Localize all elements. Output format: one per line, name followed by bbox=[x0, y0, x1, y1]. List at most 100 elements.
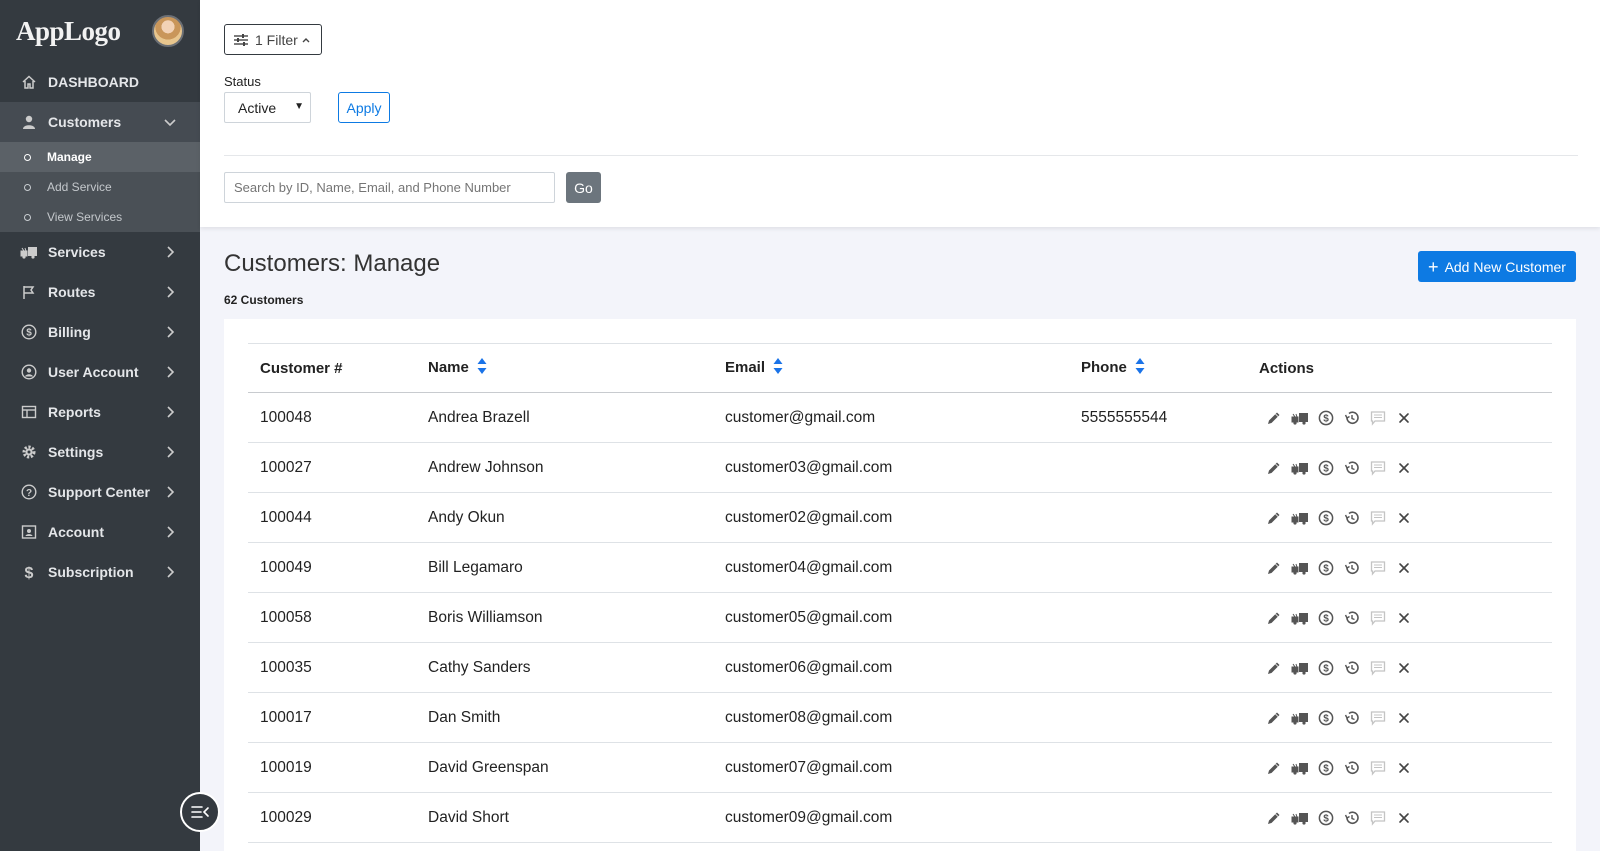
delete-icon[interactable] bbox=[1395, 509, 1413, 527]
table-row[interactable]: 100035 Cathy Sanders customer06@gmail.com $ bbox=[248, 642, 1552, 693]
edit-icon[interactable] bbox=[1265, 759, 1283, 777]
status-select[interactable]: Active ▼ bbox=[224, 92, 311, 123]
message-icon[interactable] bbox=[1369, 609, 1387, 627]
truck-icon[interactable] bbox=[1291, 409, 1309, 427]
apply-button[interactable]: Apply bbox=[338, 92, 390, 123]
message-icon[interactable] bbox=[1369, 509, 1387, 527]
history-icon[interactable] bbox=[1343, 459, 1361, 477]
truck-icon[interactable] bbox=[1291, 459, 1309, 477]
edit-icon[interactable] bbox=[1265, 559, 1283, 577]
delete-icon[interactable] bbox=[1395, 459, 1413, 477]
truck-icon[interactable] bbox=[1291, 609, 1309, 627]
message-icon[interactable] bbox=[1369, 809, 1387, 827]
sidebar-subitem-view-services[interactable]: View Services bbox=[0, 202, 200, 232]
billing-icon[interactable]: $ bbox=[1317, 809, 1335, 827]
edit-icon[interactable] bbox=[1265, 609, 1283, 627]
sidebar-item-dashboard[interactable]: DASHBOARD bbox=[0, 62, 200, 102]
message-icon[interactable] bbox=[1369, 709, 1387, 727]
sidebar-subitem-add-service[interactable]: Add Service bbox=[0, 172, 200, 202]
edit-icon[interactable] bbox=[1265, 809, 1283, 827]
truck-icon[interactable] bbox=[1291, 559, 1309, 577]
sidebar-item-routes[interactable]: Routes bbox=[0, 272, 200, 312]
table-row[interactable]: 100048 Andrea Brazell customer@gmail.com 55… bbox=[248, 392, 1552, 443]
table-row[interactable]: 100044 Andy Okun customer02@gmail.com $ bbox=[248, 492, 1552, 543]
table-row[interactable]: 100019 David Greenspan customer07@gmail.co… bbox=[248, 742, 1552, 793]
message-icon[interactable] bbox=[1369, 659, 1387, 677]
edit-icon[interactable] bbox=[1265, 409, 1283, 427]
message-icon[interactable] bbox=[1369, 409, 1387, 427]
history-icon[interactable] bbox=[1343, 659, 1361, 677]
delete-icon[interactable] bbox=[1395, 409, 1413, 427]
delete-icon[interactable] bbox=[1395, 659, 1413, 677]
history-icon[interactable] bbox=[1343, 759, 1361, 777]
edit-icon[interactable] bbox=[1265, 509, 1283, 527]
history-icon[interactable] bbox=[1343, 509, 1361, 527]
customer-email-cell: customer03@gmail.com bbox=[713, 442, 1069, 493]
sidebar-item-support-center[interactable]: ? Support Center bbox=[0, 472, 200, 512]
actions-cell: $ bbox=[1247, 692, 1552, 743]
sidebar-item-subscription[interactable]: $ Subscription bbox=[0, 552, 200, 592]
app-logo[interactable]: AppLogo bbox=[16, 16, 121, 47]
billing-icon[interactable]: $ bbox=[1317, 609, 1335, 627]
delete-icon[interactable] bbox=[1395, 609, 1413, 627]
header-name[interactable]: Name bbox=[416, 343, 713, 393]
truck-icon[interactable] bbox=[1291, 809, 1309, 827]
edit-icon[interactable] bbox=[1265, 459, 1283, 477]
table-row[interactable]: 100017 Dan Smith customer08@gmail.com $ bbox=[248, 692, 1552, 743]
edit-icon[interactable] bbox=[1265, 709, 1283, 727]
history-icon[interactable] bbox=[1343, 609, 1361, 627]
table-row[interactable]: 100029 David Short customer09@gmail.com $ bbox=[248, 792, 1552, 843]
filter-toggle-button[interactable]: 1 Filter bbox=[224, 24, 322, 55]
header-email[interactable]: Email bbox=[713, 343, 1069, 393]
add-new-customer-button[interactable]: + Add New Customer bbox=[1418, 251, 1576, 282]
billing-icon[interactable]: $ bbox=[1317, 759, 1335, 777]
truck-icon[interactable] bbox=[1291, 759, 1309, 777]
truck-icon[interactable] bbox=[1291, 509, 1309, 527]
truck-icon[interactable] bbox=[1291, 659, 1309, 677]
history-icon[interactable] bbox=[1343, 809, 1361, 827]
sort-arrows-icon[interactable] bbox=[1135, 357, 1145, 379]
truck-icon[interactable] bbox=[1291, 709, 1309, 727]
table-row[interactable]: 100058 Boris Williamson customer05@gmail.c… bbox=[248, 592, 1552, 643]
billing-icon[interactable]: $ bbox=[1317, 509, 1335, 527]
go-button[interactable]: Go bbox=[566, 172, 601, 203]
avatar[interactable] bbox=[152, 15, 184, 47]
message-icon[interactable] bbox=[1369, 559, 1387, 577]
sidebar-item-label: User Account bbox=[48, 364, 139, 380]
delete-icon[interactable] bbox=[1395, 559, 1413, 577]
delete-icon[interactable] bbox=[1395, 809, 1413, 827]
svg-text:$: $ bbox=[1323, 513, 1329, 524]
actions-cell: $ bbox=[1247, 742, 1552, 793]
billing-icon[interactable]: $ bbox=[1317, 559, 1335, 577]
sidebar-item-reports[interactable]: Reports bbox=[0, 392, 200, 432]
sidebar-item-settings[interactable]: Settings bbox=[0, 432, 200, 472]
billing-icon[interactable]: $ bbox=[1317, 659, 1335, 677]
message-icon[interactable] bbox=[1369, 759, 1387, 777]
history-icon[interactable] bbox=[1343, 559, 1361, 577]
delete-icon[interactable] bbox=[1395, 709, 1413, 727]
sidebar-item-user-account[interactable]: User Account bbox=[0, 352, 200, 392]
sidebar-item-services[interactable]: Services bbox=[0, 232, 200, 272]
sidebar-item-customers[interactable]: Customers bbox=[0, 102, 200, 142]
header-phone[interactable]: Phone bbox=[1069, 343, 1247, 393]
billing-icon[interactable]: $ bbox=[1317, 459, 1335, 477]
table-row[interactable]: 100049 Bill Legamaro customer04@gmail.com $ bbox=[248, 542, 1552, 593]
table-row[interactable]: 100027 Andrew Johnson customer03@gmail.com… bbox=[248, 442, 1552, 493]
sort-arrows-icon[interactable] bbox=[773, 357, 783, 379]
message-icon[interactable] bbox=[1369, 459, 1387, 477]
home-icon bbox=[20, 73, 38, 91]
sidebar-subitem-manage[interactable]: Manage bbox=[0, 142, 200, 172]
billing-icon[interactable]: $ bbox=[1317, 709, 1335, 727]
row-actions: $ bbox=[1259, 509, 1540, 527]
sort-arrows-icon[interactable] bbox=[477, 357, 487, 379]
sidebar-item-account[interactable]: Account bbox=[0, 512, 200, 552]
edit-icon[interactable] bbox=[1265, 659, 1283, 677]
chevron-right-icon bbox=[162, 564, 178, 580]
sidebar-collapse-button[interactable] bbox=[180, 792, 220, 832]
billing-icon[interactable]: $ bbox=[1317, 409, 1335, 427]
history-icon[interactable] bbox=[1343, 709, 1361, 727]
history-icon[interactable] bbox=[1343, 409, 1361, 427]
sidebar-item-billing[interactable]: $ Billing bbox=[0, 312, 200, 352]
search-input[interactable] bbox=[224, 172, 555, 203]
delete-icon[interactable] bbox=[1395, 759, 1413, 777]
